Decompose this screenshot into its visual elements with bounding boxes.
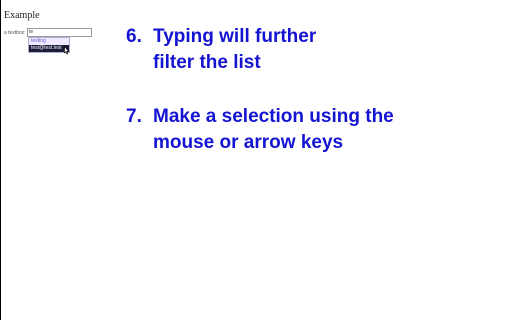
- input-value: te: [29, 29, 34, 35]
- instructions-panel: 6. Typing will further filter the list 7…: [126, 24, 394, 156]
- step-number: 6.: [126, 26, 142, 47]
- page-title: Example: [4, 10, 40, 21]
- step-number: 7.: [126, 106, 142, 127]
- step-line: filter the list: [153, 52, 261, 73]
- suggestion-item[interactable]: testing: [29, 38, 69, 45]
- window-border: [0, 0, 1, 320]
- step-line: Make a selection using the: [153, 106, 394, 127]
- autocomplete-input[interactable]: te: [27, 28, 92, 37]
- step-line: Typing will further: [153, 26, 317, 47]
- suggestion-item-selected[interactable]: test@test.test: [29, 45, 69, 52]
- instruction-step-6: 6. Typing will further filter the list: [126, 24, 394, 76]
- mouse-pointer-icon: [64, 46, 69, 55]
- instruction-step-7: 7. Make a selection using the mouse or a…: [126, 104, 394, 156]
- step-line: mouse or arrow keys: [153, 132, 344, 153]
- textbox-label: a textbox:: [4, 30, 26, 36]
